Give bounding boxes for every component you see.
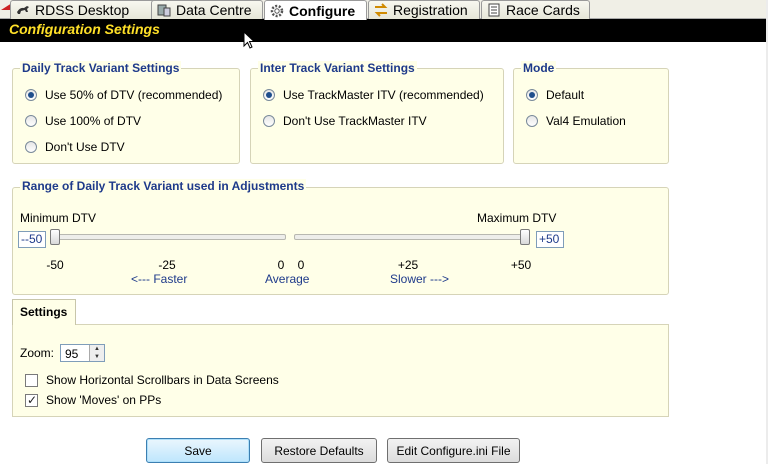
- min-dtv-value: --50: [18, 231, 46, 248]
- min-dtv-label: Minimum DTV: [20, 211, 97, 225]
- tab-label: Registration: [393, 2, 468, 18]
- max-tick-label: +25: [397, 258, 419, 272]
- mode-title: Mode: [521, 61, 557, 75]
- mode-val4-radio[interactable]: Val4 Emulation: [526, 114, 626, 128]
- page-title: Configuration Settings: [0, 19, 768, 42]
- radio-indicator[interactable]: [526, 89, 538, 101]
- mode-default-radio[interactable]: Default: [526, 88, 584, 102]
- radio-indicator[interactable]: [25, 89, 37, 101]
- min-tick-label: -25: [158, 258, 176, 272]
- daily-track-variant-title: Daily Track Variant Settings: [20, 61, 182, 75]
- cards-icon: [486, 3, 502, 17]
- checkbox-box[interactable]: [25, 373, 38, 387]
- radio-indicator[interactable]: [526, 115, 538, 127]
- mode-default-label: Default: [546, 88, 585, 102]
- max-dtv-label: Maximum DTV: [477, 211, 557, 225]
- itv-dont-label: Don't Use TrackMaster ITV: [283, 114, 427, 128]
- max-slider-thumb[interactable]: [520, 229, 530, 245]
- radio-indicator[interactable]: [25, 141, 37, 153]
- dtv-none-radio[interactable]: Don't Use DTV: [25, 140, 125, 154]
- tab-label: RDSS Desktop: [35, 2, 130, 18]
- tab-label: Data Centre: [176, 2, 252, 18]
- show-moves-label: Show 'Moves' on PPs: [46, 393, 162, 407]
- database-icon: [156, 3, 172, 17]
- zoom-spin-buttons[interactable]: ▲ ▼: [89, 345, 104, 361]
- show-moves-checkbox[interactable]: Show 'Moves' on PPs: [25, 393, 161, 407]
- dtv-50-radio[interactable]: Use 50% of DTV (recommended): [25, 88, 222, 102]
- itv-dont-radio[interactable]: Don't Use TrackMaster ITV: [263, 114, 427, 128]
- show-h-scrollbars-label: Show Horizontal Scrollbars in Data Scree…: [46, 373, 279, 387]
- radio-indicator[interactable]: [263, 115, 275, 127]
- average-label: Average: [265, 272, 310, 286]
- slower-label: Slower --->: [390, 272, 450, 286]
- save-button[interactable]: Save: [146, 438, 250, 463]
- tab-race-cards[interactable]: Race Cards: [481, 0, 590, 19]
- dtv-50-label: Use 50% of DTV (recommended): [45, 88, 223, 102]
- max-dtv-value: +50: [536, 231, 564, 248]
- min-tick-label: -50: [46, 258, 64, 272]
- restore-defaults-button[interactable]: Restore Defaults: [261, 438, 377, 463]
- faster-label: <--- Faster: [131, 272, 188, 286]
- min-slider-track[interactable]: [50, 234, 286, 240]
- tab-data-centre[interactable]: Data Centre: [151, 0, 263, 19]
- edit-configure-ini-button[interactable]: Edit Configure.ini File: [387, 438, 520, 463]
- max-tick-label: +50: [510, 258, 532, 272]
- exchange-arrows-icon: [373, 3, 389, 17]
- tab-label: Race Cards: [506, 2, 580, 18]
- max-slider-track[interactable]: [294, 234, 530, 240]
- show-h-scrollbars-checkbox[interactable]: Show Horizontal Scrollbars in Data Scree…: [25, 373, 279, 387]
- min-dtv-slider[interactable]: [50, 229, 286, 249]
- tab-rdss-desktop[interactable]: RDSS Desktop: [10, 0, 165, 19]
- radio-indicator[interactable]: [263, 89, 275, 101]
- mouse-cursor-icon: [243, 31, 256, 49]
- tab-settings[interactable]: Settings: [12, 299, 76, 325]
- radio-indicator[interactable]: [25, 115, 37, 127]
- spin-up-icon[interactable]: ▲: [90, 345, 104, 353]
- dtv-range-title: Range of Daily Track Variant used in Adj…: [20, 179, 307, 193]
- checkbox-box[interactable]: [25, 393, 38, 407]
- gear-icon: [269, 4, 285, 18]
- max-dtv-slider[interactable]: [294, 229, 530, 249]
- dtv-none-label: Don't Use DTV: [45, 140, 125, 154]
- spin-down-icon[interactable]: ▼: [90, 353, 104, 361]
- zoom-label: Zoom:: [20, 346, 55, 360]
- zoom-value[interactable]: 95: [65, 347, 78, 361]
- tab-strip: RDSS Desktop Data Centre Configure Regis…: [0, 0, 768, 20]
- itv-use-radio[interactable]: Use TrackMaster ITV (recommended): [263, 88, 484, 102]
- zoom-stepper[interactable]: 95 ▲ ▼: [60, 344, 105, 362]
- inter-track-variant-title: Inter Track Variant Settings: [258, 61, 417, 75]
- mode-val4-label: Val4 Emulation: [546, 114, 626, 128]
- tab-label: Configure: [289, 2, 356, 19]
- racehorse-icon: [15, 3, 31, 17]
- min-slider-thumb[interactable]: [50, 229, 60, 245]
- configure-content: Daily Track Variant Settings Use 50% of …: [0, 42, 768, 464]
- tab-registration[interactable]: Registration: [368, 0, 480, 19]
- dtv-100-label: Use 100% of DTV: [45, 114, 142, 128]
- tab-configure[interactable]: Configure: [264, 0, 367, 20]
- itv-use-label: Use TrackMaster ITV (recommended): [283, 88, 484, 102]
- dtv-100-radio[interactable]: Use 100% of DTV: [25, 114, 141, 128]
- max-tick-label: 0: [297, 258, 305, 272]
